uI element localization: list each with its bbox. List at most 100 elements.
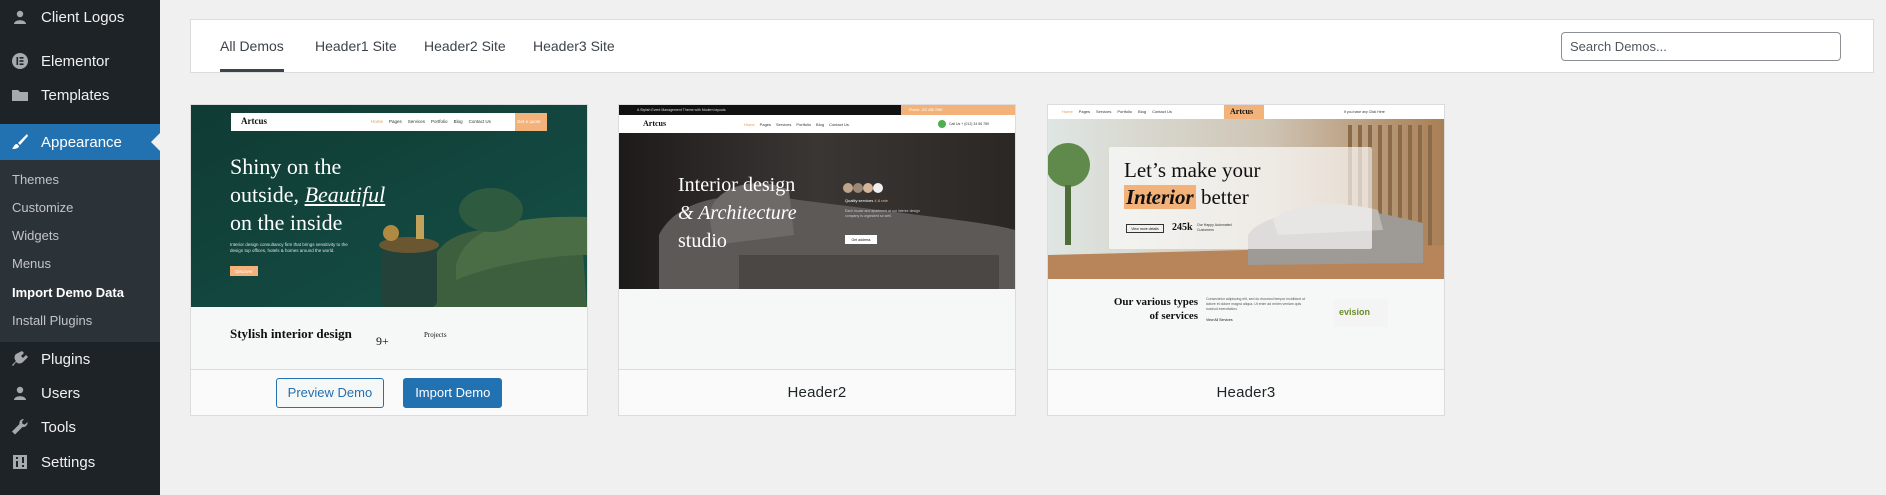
demo-brand: Artcus — [643, 119, 667, 128]
sidebar-item-settings[interactable]: Settings — [0, 445, 160, 479]
sidebar-item-label: Users — [41, 384, 81, 402]
submenu-themes[interactable]: Themes — [12, 172, 59, 187]
sidebar-item-plugins[interactable]: Plugins — [0, 342, 160, 376]
headline-text: outside, — [230, 182, 305, 207]
current-menu-arrow — [151, 133, 160, 151]
headline-line: outside, Beautiful — [230, 181, 385, 209]
badge-score: 4.8 rate — [874, 198, 888, 203]
sidebar-item-label: Plugins — [41, 350, 91, 368]
sidebar-item-appearance[interactable]: Appearance — [0, 124, 160, 160]
appearance-submenu: Themes Customize Widgets Menus Import De… — [0, 160, 160, 342]
tab-header3-site[interactable]: Header3 Site — [533, 20, 615, 72]
sidebar-item-label: Client Logos — [41, 8, 125, 26]
sidebar-item-label: Tools — [41, 418, 77, 436]
demo-stat: 9+ — [376, 334, 389, 348]
submenu-widgets[interactable]: Widgets — [12, 228, 59, 243]
demo-nav-item: Blog — [816, 122, 825, 127]
demo-section-title: Stylish interior design — [230, 326, 352, 341]
sidebar-item-label: Templates — [41, 86, 110, 104]
sidebar-item-label: Elementor — [41, 52, 110, 70]
card-footer: Header3 — [1048, 369, 1444, 415]
section-title-line: Our various types — [1113, 296, 1198, 308]
demo-stat-label: Our Happy Automated Customers — [1197, 223, 1232, 232]
sidebar-item-label: Settings — [41, 453, 96, 471]
headline-emphasis: Beautiful — [304, 182, 386, 207]
demo-nav-item: Services — [1096, 109, 1112, 114]
demo-thumbnail[interactable]: A Stylish Event Management Theme with Mo… — [619, 105, 1015, 369]
headline-line: Interior design — [678, 174, 796, 196]
headline-text: & — [678, 202, 699, 224]
demo-nav-item: Contact Us — [829, 122, 849, 127]
user-icon — [10, 7, 30, 27]
demo-headline: Let’s make your Interior better — [1124, 157, 1260, 211]
card-actions: Preview Demo Import Demo — [191, 369, 587, 415]
demo-body-text: Each house and apartment at our interior… — [845, 209, 920, 218]
demo-nav-item: Services — [776, 122, 792, 127]
import-demo-button[interactable]: Import Demo — [403, 377, 503, 408]
demo-section-title: Our various types of services — [1088, 295, 1198, 323]
sidebar-item-client-logos[interactable]: Client Logos — [0, 0, 160, 34]
sidebar-item-label: Appearance — [41, 133, 122, 151]
demo-nav-item: Contact Us — [468, 119, 491, 124]
search-demos-input[interactable] — [1561, 32, 1841, 61]
demo-nav-item: Contact Us — [1152, 109, 1172, 114]
demo-preview-image — [1048, 105, 1444, 327]
demo-nav: Home Pages Services Portfolio Blog Conta… — [371, 119, 491, 124]
tab-header1-site[interactable]: Header1 Site — [315, 20, 397, 72]
sidebar-item-tools[interactable]: Tools — [0, 410, 160, 444]
wrench-icon — [10, 417, 30, 437]
demo-section-body: Consectetur adipiscing elit, sed do eius… — [1206, 297, 1306, 311]
card-footer: Header2 — [619, 369, 1015, 415]
headline-text: better — [1195, 185, 1249, 209]
sidebar-item-elementor[interactable]: Elementor — [0, 44, 160, 78]
demo-headline: Shiny on the outside, Beautiful on the i… — [230, 153, 385, 237]
demo-topbar-left: A Stylish Event Management Theme with Mo… — [637, 108, 726, 112]
demo-nav-item: Portfolio — [1117, 109, 1133, 114]
demo-nav-item: Services — [407, 119, 426, 124]
demo-nav-item: Home — [744, 122, 755, 127]
demo-nav-item: Blog — [453, 119, 463, 124]
demo-cta: Get a quote — [517, 119, 541, 124]
demo-topbar-right: Phone: 123 456 7890 — [909, 108, 943, 112]
demo-thumbnail[interactable]: Home Pages Services Portfolio Blog Conta… — [1048, 105, 1444, 369]
demo-nav-item: Pages — [1078, 109, 1091, 114]
demo-nav-item: Pages — [759, 122, 772, 127]
demo-thumbnail[interactable]: Artcus Home Pages Services Portfolio Blo… — [191, 105, 587, 369]
headline-emphasis: Interior — [1124, 185, 1196, 209]
submenu-install-plugins[interactable]: Install Plugins — [12, 313, 92, 328]
demo-contact: If you have any Click Here — [1344, 110, 1385, 114]
demo-nav-item: Home — [371, 119, 384, 124]
sidebar-item-templates[interactable]: Templates — [0, 78, 160, 112]
section-title-line: of services — [1149, 310, 1198, 322]
headline-line: studio — [678, 230, 727, 252]
demo-brand: Artcus — [241, 116, 267, 126]
demo-filter-bar: All Demos Header1 Site Header2 Site Head… — [190, 19, 1874, 73]
demo-section-link: View All Services — [1206, 318, 1233, 322]
elementor-icon — [10, 51, 30, 71]
plug-icon — [10, 349, 30, 369]
tab-all-demos[interactable]: All Demos — [220, 20, 284, 72]
demo-nav-item: Blog — [1138, 109, 1147, 114]
settings-icon — [10, 452, 30, 472]
demo-card-header3: Home Pages Services Portfolio Blog Conta… — [1047, 104, 1445, 416]
submenu-import-demo-data[interactable]: Import Demo Data — [12, 285, 124, 300]
demo-nav: Home Pages Services Portfolio Blog Conta… — [1062, 109, 1172, 114]
demo-address-button: Get address — [845, 235, 877, 244]
user-icon — [10, 383, 30, 403]
tab-header2-site[interactable]: Header2 Site — [424, 20, 506, 72]
demo-title: Header2 — [787, 384, 847, 401]
preview-demo-button[interactable]: Preview Demo — [275, 377, 385, 408]
demo-stat-label: Projects — [424, 331, 447, 339]
demo-nav-item: Home — [1062, 109, 1073, 114]
headline-line: Shiny on the — [230, 154, 342, 179]
demo-stat: 245k — [1172, 222, 1193, 233]
headline-line: on the inside — [230, 210, 343, 235]
admin-sidebar: Client Logos Elementor Templates Appeara… — [0, 0, 160, 495]
sidebar-item-users[interactable]: Users — [0, 376, 160, 410]
submenu-customize[interactable]: Customize — [12, 200, 73, 215]
demo-card-header2: A Stylish Event Management Theme with Mo… — [618, 104, 1016, 416]
badge-text: Quality services — [845, 198, 874, 203]
submenu-menus[interactable]: Menus — [12, 256, 51, 271]
headline-line: & Architecture — [678, 199, 797, 227]
demo-headline: Interior design & Architecture studio — [678, 171, 797, 255]
